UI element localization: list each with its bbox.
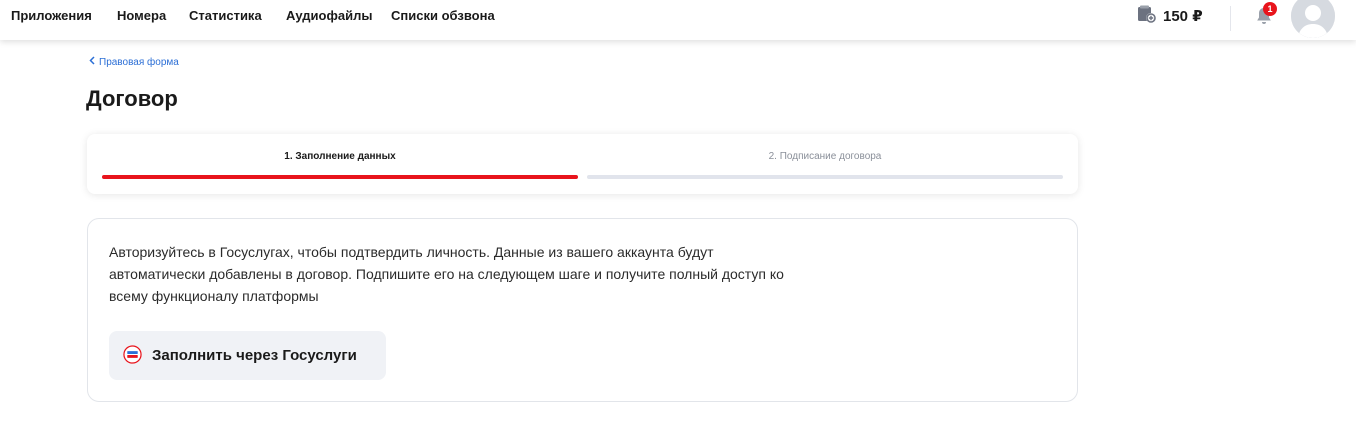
gosuslugi-description: Авторизуйтесь в Госуслугах, чтобы подтве… bbox=[109, 244, 784, 304]
balance-amount: 150 ₽ bbox=[1163, 8, 1203, 25]
step-progress-inactive bbox=[587, 175, 1063, 179]
step-sign-contract[interactable]: 2. Подписание договора bbox=[587, 151, 1063, 162]
fill-via-gosuslugi-button[interactable]: Заполнить через Госуслуги bbox=[109, 331, 386, 380]
nav-item-call-lists[interactable]: Списки обзвона bbox=[391, 8, 495, 23]
step-progress-active bbox=[102, 175, 578, 179]
user-avatar-icon[interactable] bbox=[1291, 0, 1335, 38]
top-navigation-bar: Приложения Номера Статистика Аудиофайлы … bbox=[0, 0, 1356, 40]
back-link-label: Правовая форма bbox=[99, 56, 179, 68]
step-fill-data[interactable]: 1. Заполнение данных bbox=[102, 151, 578, 162]
page-title: Договор bbox=[86, 86, 178, 111]
nav-item-numbers[interactable]: Номера bbox=[117, 8, 166, 23]
nav-item-audio-files[interactable]: Аудиофайлы bbox=[286, 8, 372, 23]
stepper: 1. Заполнение данных 2. Подписание догов… bbox=[87, 134, 1078, 194]
header-divider bbox=[1230, 6, 1231, 31]
gosuslugi-card: Авторизуйтесь в Госуслугах, чтобы подтве… bbox=[87, 218, 1078, 402]
back-link[interactable]: Правовая форма bbox=[89, 56, 179, 68]
chevron-left-icon bbox=[89, 56, 95, 68]
notification-count-badge: 1 bbox=[1263, 2, 1277, 16]
gosuslugi-icon bbox=[123, 344, 142, 367]
nav-item-apps[interactable]: Приложения bbox=[11, 8, 92, 23]
balance-widget[interactable]: 150 ₽ bbox=[1137, 5, 1203, 27]
wallet-icon bbox=[1137, 4, 1157, 29]
fill-via-gosuslugi-label: Заполнить через Госуслуги bbox=[152, 347, 357, 364]
nav-item-statistics[interactable]: Статистика bbox=[189, 8, 262, 23]
